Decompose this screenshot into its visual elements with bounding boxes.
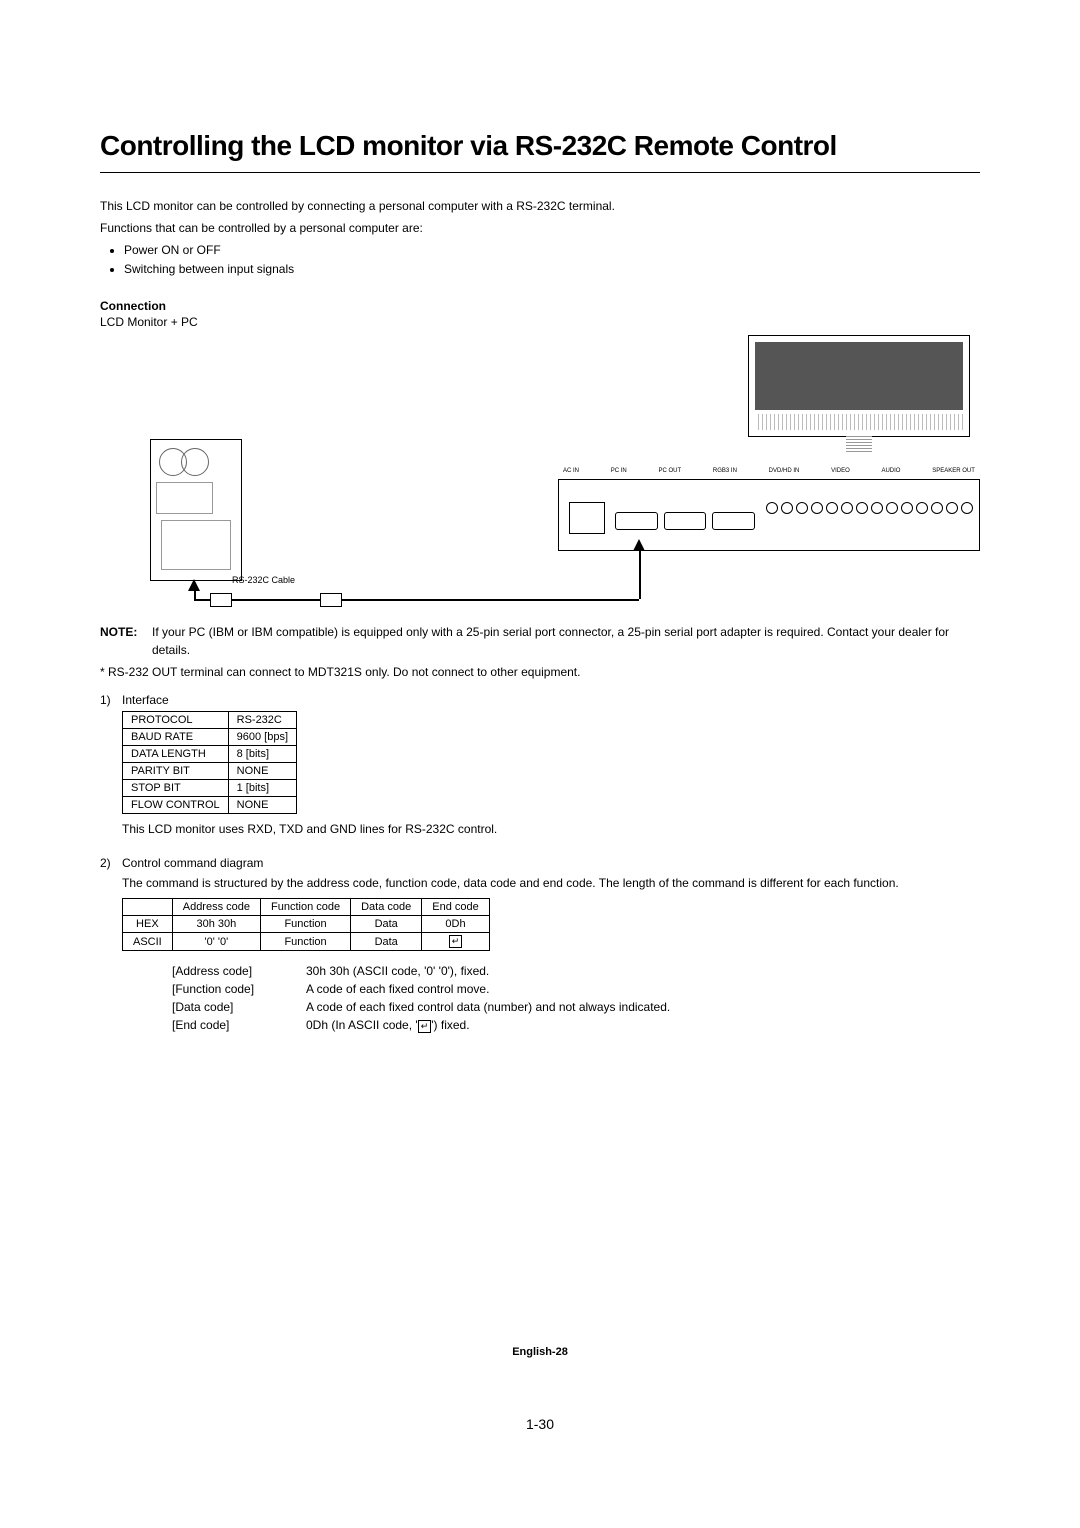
- table-cell: DATA LENGTH: [123, 746, 229, 763]
- table-cell: 9600 [bps]: [228, 729, 296, 746]
- table-header: Function code: [261, 899, 351, 916]
- section-2-desc: The command is structured by the address…: [122, 874, 980, 892]
- io-label: SPEAKER OUT: [932, 468, 975, 474]
- io-label: VIDEO: [831, 468, 850, 474]
- io-label: RGB3 IN: [713, 468, 737, 474]
- code-key: [Function code]: [166, 981, 298, 997]
- table-cell: ASCII: [123, 933, 173, 951]
- table-cell: Function: [261, 933, 351, 951]
- table-cell: BAUD RATE: [123, 729, 229, 746]
- page-title: Controlling the LCD monitor via RS-232C …: [100, 130, 980, 162]
- table-cell: RS-232C: [228, 712, 296, 729]
- code-val: 0Dh (In ASCII code, '↵') fixed.: [300, 1017, 676, 1033]
- connector-icon: [320, 593, 342, 607]
- table-cell: PARITY BIT: [123, 763, 229, 780]
- io-panel-illustration: AC IN PC IN PC OUT RGB3 IN DVD/HD IN VID…: [558, 479, 980, 551]
- io-label: AC IN: [563, 468, 579, 474]
- code-key: [Data code]: [166, 999, 298, 1015]
- table-cell: STOP BIT: [123, 780, 229, 797]
- section-title: Control command diagram: [122, 856, 263, 870]
- io-label: AUDIO: [881, 468, 900, 474]
- section-number: 1): [100, 693, 122, 707]
- page-language-label: English-28: [0, 1346, 1080, 1358]
- interface-table: PROTOCOLRS-232C BAUD RATE9600 [bps] DATA…: [122, 711, 297, 814]
- cable-label: RS-232C Cable: [232, 575, 295, 585]
- code-key: [Address code]: [166, 963, 298, 979]
- table-cell: 0Dh: [422, 916, 489, 933]
- table-cell: ↵: [422, 933, 489, 951]
- connection-sub: LCD Monitor + PC: [100, 315, 980, 329]
- arrow-icon: [633, 539, 645, 551]
- pc-illustration: [150, 439, 242, 581]
- code-val: A code of each fixed control data (numbe…: [300, 999, 676, 1015]
- table-cell: Function: [261, 916, 351, 933]
- intro-line-1: This LCD monitor can be controlled by co…: [100, 197, 980, 215]
- section-number: 2): [100, 856, 122, 870]
- io-label: PC OUT: [659, 468, 682, 474]
- code-key: [End code]: [166, 1017, 298, 1033]
- note-text: If your PC (IBM or IBM compatible) is eq…: [152, 623, 980, 659]
- table-cell: PROTOCOL: [123, 712, 229, 729]
- command-table: Address code Function code Data code End…: [122, 898, 490, 951]
- cr-icon: ↵: [418, 1020, 432, 1033]
- cr-icon: ↵: [449, 935, 463, 948]
- list-item: Power ON or OFF: [124, 241, 980, 260]
- page-number: 1-30: [0, 1416, 1080, 1432]
- table-header: [123, 899, 173, 916]
- code-val: A code of each fixed control move.: [300, 981, 676, 997]
- monitor-illustration: [748, 335, 970, 437]
- interface-note: This LCD monitor uses RXD, TXD and GND l…: [122, 820, 980, 838]
- section-title: Interface: [122, 693, 169, 707]
- table-cell: 30h 30h: [172, 916, 260, 933]
- section-1: 1) Interface: [100, 693, 980, 707]
- table-header: Address code: [172, 899, 260, 916]
- code-description-list: [Address code]30h 30h (ASCII code, '0' '…: [164, 961, 678, 1035]
- note-block: NOTE: If your PC (IBM or IBM compatible)…: [100, 623, 980, 659]
- connection-heading: Connection: [100, 299, 980, 313]
- connector-icon: [210, 593, 232, 607]
- function-list: Power ON or OFF Switching between input …: [100, 241, 980, 279]
- table-header: Data code: [351, 899, 422, 916]
- table-cell: 1 [bits]: [228, 780, 296, 797]
- table-cell: FLOW CONTROL: [123, 797, 229, 814]
- connection-diagram: AC IN PC IN PC OUT RGB3 IN DVD/HD IN VID…: [100, 339, 980, 609]
- table-cell: Data: [351, 933, 422, 951]
- table-cell: '0' '0': [172, 933, 260, 951]
- section-2: 2) Control command diagram The command i…: [100, 856, 980, 892]
- table-cell: NONE: [228, 763, 296, 780]
- table-cell: NONE: [228, 797, 296, 814]
- footnote: * RS-232 OUT terminal can connect to MDT…: [100, 665, 980, 679]
- table-cell: 8 [bits]: [228, 746, 296, 763]
- title-container: Controlling the LCD monitor via RS-232C …: [100, 130, 980, 173]
- table-cell: Data: [351, 916, 422, 933]
- io-label: DVD/HD IN: [769, 468, 800, 474]
- intro-line-2: Functions that can be controlled by a pe…: [100, 219, 980, 237]
- table-cell: HEX: [123, 916, 173, 933]
- document-page: Controlling the LCD monitor via RS-232C …: [0, 0, 1080, 1528]
- note-label: NOTE:: [100, 623, 152, 659]
- code-val: 30h 30h (ASCII code, '0' '0'), fixed.: [300, 963, 676, 979]
- list-item: Switching between input signals: [124, 260, 980, 279]
- table-header: End code: [422, 899, 489, 916]
- io-label: PC IN: [611, 468, 627, 474]
